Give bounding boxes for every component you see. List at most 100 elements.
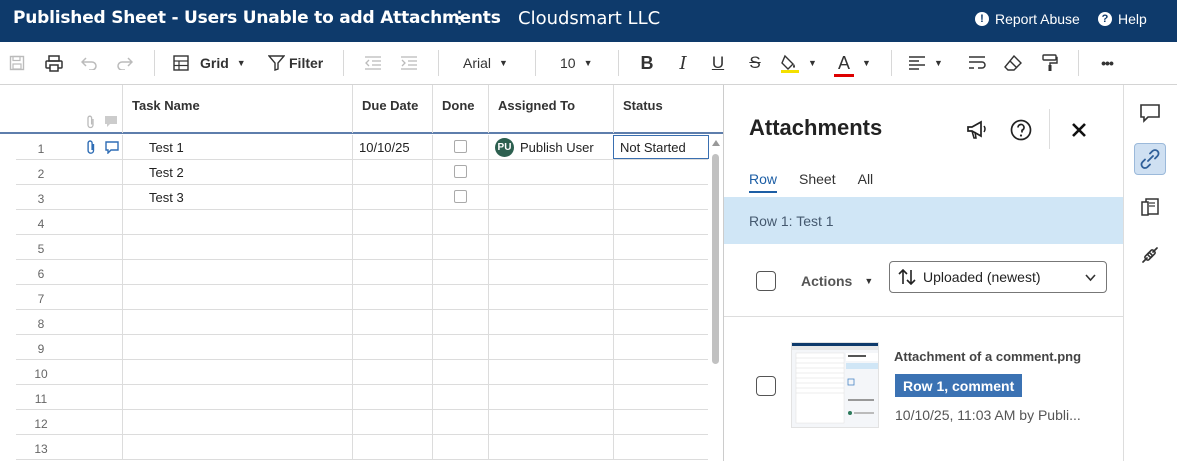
due-date-cell[interactable] <box>352 410 432 435</box>
row-attachment-icon[interactable] <box>85 140 97 160</box>
row-number[interactable]: 12 <box>16 410 66 435</box>
row-number[interactable]: 3 <box>16 185 66 210</box>
assigned-to-cell[interactable] <box>488 285 613 310</box>
assigned-to-cell[interactable] <box>488 410 613 435</box>
task-name-cell[interactable] <box>122 310 352 335</box>
table-row[interactable]: 11 <box>16 385 708 410</box>
table-row[interactable]: 4 <box>16 210 708 235</box>
status-cell[interactable] <box>613 310 709 335</box>
assigned-to-cell[interactable] <box>488 360 613 385</box>
filter-button[interactable]: Filter <box>268 50 328 76</box>
report-abuse-link[interactable]: ! Report Abuse <box>975 11 1080 27</box>
tab-row[interactable]: Row <box>749 171 778 193</box>
status-cell[interactable] <box>613 410 709 435</box>
table-row[interactable]: 5 <box>16 235 708 260</box>
sort-select[interactable]: Uploaded (newest) <box>889 261 1107 293</box>
attachment-file-name[interactable]: Attachment of a comment.png <box>894 349 1081 364</box>
indent-icon[interactable] <box>398 50 420 76</box>
status-cell[interactable] <box>613 360 709 385</box>
row-number[interactable]: 8 <box>16 310 66 335</box>
due-date-cell[interactable] <box>352 185 432 210</box>
table-row[interactable]: 9 <box>16 335 708 360</box>
assigned-to-cell[interactable] <box>488 310 613 335</box>
close-icon[interactable] <box>1067 118 1091 142</box>
status-cell[interactable] <box>613 435 709 460</box>
help-link[interactable]: ? Help <box>1098 11 1147 27</box>
due-date-cell[interactable] <box>352 285 432 310</box>
connectors-icon[interactable] <box>1134 239 1166 271</box>
task-name-cell[interactable] <box>122 235 352 260</box>
text-color-button[interactable]: A ▼ <box>834 50 876 77</box>
sheet-title[interactable]: Published Sheet - Users Unable to add At… <box>13 8 501 28</box>
due-date-cell[interactable] <box>352 360 432 385</box>
row-number[interactable]: 4 <box>16 210 66 235</box>
table-row[interactable]: 12 <box>16 410 708 435</box>
due-date-cell[interactable] <box>352 210 432 235</box>
status-cell[interactable]: Not Started <box>613 135 709 159</box>
task-name-cell[interactable] <box>122 435 352 460</box>
row-number[interactable]: 1 <box>16 135 66 160</box>
task-name-cell[interactable] <box>122 210 352 235</box>
status-cell[interactable] <box>613 235 709 260</box>
font-size-select[interactable]: 10 ▼ <box>560 50 600 76</box>
row-number[interactable]: 11 <box>16 385 66 410</box>
strikethrough-button[interactable]: S <box>744 50 766 76</box>
assigned-to-cell[interactable] <box>488 385 613 410</box>
undo-icon[interactable] <box>78 50 100 76</box>
status-cell[interactable] <box>613 260 709 285</box>
column-header-due-date[interactable]: Due Date <box>352 85 432 133</box>
column-header-task-name[interactable]: Task Name <box>122 85 352 133</box>
status-cell[interactable] <box>613 210 709 235</box>
due-date-cell[interactable] <box>352 335 432 360</box>
task-name-cell[interactable] <box>122 260 352 285</box>
row-number[interactable]: 5 <box>16 235 66 260</box>
assigned-to-cell[interactable] <box>488 185 613 210</box>
help-circle-icon[interactable] <box>1009 118 1033 142</box>
align-button[interactable]: ▼ <box>908 50 950 76</box>
row-number[interactable]: 6 <box>16 260 66 285</box>
column-header-status[interactable]: Status <box>613 85 709 133</box>
assigned-to-cell[interactable] <box>488 335 613 360</box>
actions-menu[interactable]: Actions ▼ <box>801 273 873 289</box>
column-header-done[interactable]: Done <box>432 85 488 133</box>
assigned-to-cell[interactable] <box>488 160 613 185</box>
table-row[interactable]: 13 <box>16 435 708 460</box>
tab-all[interactable]: All <box>858 171 874 193</box>
fill-color-button[interactable]: ▼ <box>780 50 824 76</box>
megaphone-icon[interactable] <box>965 118 989 142</box>
due-date-cell[interactable] <box>352 235 432 260</box>
underline-button[interactable]: U <box>707 50 729 76</box>
task-name-cell[interactable] <box>122 410 352 435</box>
assigned-to-cell[interactable]: PU Publish User <box>488 135 613 160</box>
task-name-cell[interactable] <box>122 285 352 310</box>
done-checkbox[interactable] <box>454 165 467 178</box>
more-options-button[interactable]: ••• <box>1094 50 1120 76</box>
row-number[interactable]: 7 <box>16 285 66 310</box>
task-name-cell[interactable]: Test 1 <box>122 135 352 160</box>
status-cell[interactable] <box>613 160 709 185</box>
tab-sheet[interactable]: Sheet <box>799 171 836 193</box>
sheet-menu-icon[interactable]: ⋮ <box>451 8 468 28</box>
task-name-cell[interactable] <box>122 335 352 360</box>
table-row[interactable]: 1 Test 1 10/10/25 PU Publish User Not Started <box>16 135 709 160</box>
select-all-checkbox[interactable] <box>756 271 776 291</box>
table-row[interactable]: 6 <box>16 260 708 285</box>
outdent-icon[interactable] <box>362 50 384 76</box>
attachment-checkbox[interactable] <box>756 376 776 396</box>
table-row[interactable]: 8 <box>16 310 708 335</box>
due-date-cell[interactable] <box>352 385 432 410</box>
italic-button[interactable]: I <box>672 50 694 76</box>
view-switcher[interactable]: Grid ▼ <box>173 50 253 76</box>
task-name-cell[interactable]: Test 2 <box>122 160 352 185</box>
assigned-to-cell[interactable] <box>488 435 613 460</box>
attachment-source-badge[interactable]: Row 1, comment <box>895 374 1023 397</box>
clear-format-icon[interactable] <box>1002 50 1024 76</box>
proofing-icon[interactable] <box>1134 191 1166 223</box>
done-checkbox[interactable] <box>454 140 467 153</box>
done-checkbox[interactable] <box>454 190 467 203</box>
font-family-select[interactable]: Arial ▼ <box>463 50 519 76</box>
comments-icon[interactable] <box>1134 97 1166 129</box>
status-cell[interactable] <box>613 335 709 360</box>
print-icon[interactable] <box>42 50 66 76</box>
due-date-cell[interactable] <box>352 310 432 335</box>
